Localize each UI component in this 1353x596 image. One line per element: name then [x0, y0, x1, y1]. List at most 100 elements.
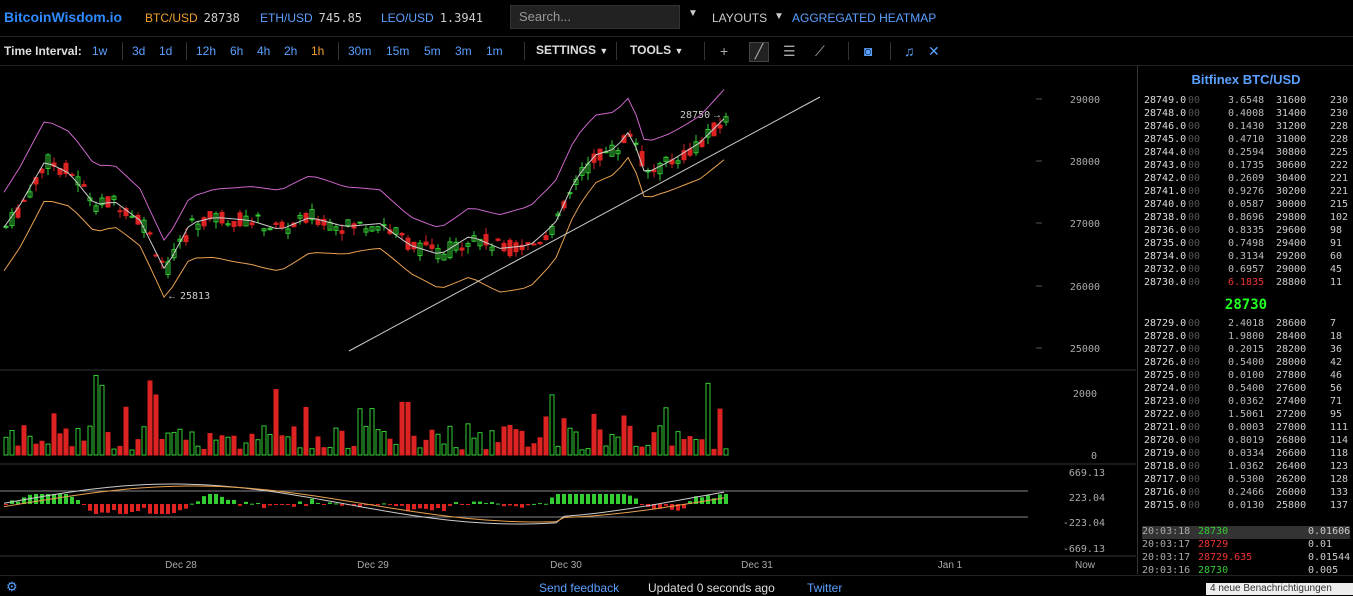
- macd-histogram-bar: [226, 499, 230, 504]
- bid-amount: 0.5400: [1228, 383, 1265, 394]
- interval-1m[interactable]: 1m: [486, 44, 503, 58]
- ask-amount: 6.1835: [1228, 277, 1265, 288]
- trade-amount: 0.005: [1308, 565, 1339, 574]
- trendline-icon[interactable]: ╱: [749, 42, 769, 62]
- notification-toast[interactable]: 4 neue Benachrichtigungen: [1206, 583, 1353, 595]
- interval-12h[interactable]: 12h: [196, 44, 216, 58]
- macd-histogram-bar: [382, 503, 386, 505]
- interval-2h[interactable]: 2h: [284, 44, 297, 58]
- ask-price: 28738.0: [1144, 212, 1187, 223]
- candle-body: [495, 238, 501, 241]
- interval-15m[interactable]: 15m: [386, 44, 409, 58]
- interval-5m[interactable]: 5m: [424, 44, 441, 58]
- layouts-menu[interactable]: LAYOUTS: [712, 11, 767, 25]
- volume-bar: [615, 436, 621, 456]
- macd-histogram-bar: [472, 501, 476, 504]
- interval-3d[interactable]: 3d: [132, 44, 145, 58]
- price-chart[interactable]: 29000 28000 27000 26000 25000 2000 0 669.13 223.…: [0, 66, 1136, 574]
- ticker-leo[interactable]: LEO/USD 1.3941: [381, 11, 483, 25]
- bell-icon[interactable]: ♫: [904, 43, 915, 59]
- volume-bar: [675, 431, 681, 456]
- site-logo[interactable]: BitcoinWisdom.io: [4, 9, 122, 25]
- ask-dec: 00: [1188, 264, 1201, 275]
- chart-canvas[interactable]: 29000 28000 27000 26000 25000 2000 0 669.13 223.…: [0, 66, 1136, 574]
- fullscreen-icon[interactable]: ✕: [928, 43, 940, 60]
- bid-price: 28722.0: [1144, 409, 1187, 420]
- fibonacci-icon[interactable]: ⟋: [815, 43, 825, 60]
- aggregated-heatmap-link[interactable]: AGGREGATED HEATMAP: [792, 11, 936, 25]
- volume-bar: [693, 438, 699, 456]
- bid-dec: 00: [1188, 448, 1201, 459]
- macd-histogram-bar: [112, 504, 116, 511]
- macd-histogram-bar: [130, 504, 134, 512]
- macd-histogram-bar: [496, 503, 500, 505]
- ticker-eth[interactable]: ETH/USD 745.85: [260, 11, 362, 25]
- bid-amount: 1.5061: [1228, 409, 1265, 420]
- interval-1d[interactable]: 1d: [159, 44, 172, 58]
- high-price-annotation: 28750: [680, 110, 710, 121]
- ticker-btc[interactable]: BTC/USD 28738: [145, 11, 240, 25]
- search-input[interactable]: Search...: [510, 5, 680, 29]
- ask-sum: 228: [1330, 134, 1349, 145]
- bid-total: 27400: [1276, 396, 1307, 407]
- volume-bar: [201, 448, 207, 456]
- candle-body: [597, 148, 603, 161]
- bid-price: 28729.0: [1144, 318, 1187, 329]
- volume-bar: [147, 380, 153, 456]
- bid-dec: 00: [1188, 422, 1201, 433]
- ask-price: 28730.0: [1144, 277, 1187, 288]
- tools-menu[interactable]: TOOLS ▼: [630, 43, 683, 57]
- macd-histogram-bar: [76, 500, 80, 504]
- camera-icon[interactable]: ◙: [864, 43, 872, 59]
- horizontal-lines-icon[interactable]: ☰: [783, 43, 796, 60]
- volume-bar: [3, 436, 9, 456]
- ask-price: 28735.0: [1144, 238, 1187, 249]
- volume-bar: [393, 443, 399, 456]
- volume-bar: [507, 424, 513, 456]
- volume-bar: [573, 431, 579, 456]
- macd-axis-label: 669.13: [1069, 468, 1105, 479]
- volume-axis-label: 0: [1091, 451, 1097, 462]
- macd-histogram-bar: [256, 502, 260, 504]
- twitter-link[interactable]: Twitter: [807, 581, 842, 595]
- interval-1w[interactable]: 1w: [92, 44, 107, 58]
- bid-dec: 00: [1188, 357, 1201, 368]
- settings-gear-icon[interactable]: ⚙: [6, 579, 18, 595]
- bid-sum: 118: [1330, 448, 1349, 459]
- volume-bar: [627, 425, 633, 456]
- volume-bar: [99, 384, 105, 456]
- macd-histogram-bar: [106, 504, 110, 513]
- macd-histogram-bar: [196, 501, 200, 504]
- interval-3m[interactable]: 3m: [455, 44, 472, 58]
- crosshair-icon[interactable]: +: [720, 43, 728, 59]
- volume-bar: [75, 427, 81, 456]
- macd-histogram-bar: [82, 504, 86, 505]
- volume-bar: [237, 448, 243, 456]
- macd-histogram-bar: [70, 496, 74, 504]
- macd-histogram-bar: [208, 494, 212, 504]
- ask-price: 28740.0: [1144, 199, 1187, 210]
- bid-sum: 46: [1330, 370, 1343, 381]
- divider: [122, 42, 123, 60]
- trade-time: 20:03:18: [1142, 526, 1191, 537]
- layouts-dropdown-icon[interactable]: ▼: [774, 11, 784, 22]
- macd-histogram-bar: [466, 504, 470, 505]
- interval-30m[interactable]: 30m: [348, 44, 371, 58]
- settings-menu[interactable]: SETTINGS ▼: [536, 43, 608, 57]
- interval-1h[interactable]: 1h: [311, 44, 324, 58]
- ticker-symbol: LEO/USD: [381, 11, 434, 25]
- chart-toolbar: Time Interval: 1w 3d 1d 12h 6h 4h 2h 1h …: [0, 37, 1353, 66]
- interval-4h[interactable]: 4h: [257, 44, 270, 58]
- macd-axis-label: -669.13: [1063, 544, 1105, 555]
- macd-histogram-bar: [604, 494, 608, 504]
- ticker-symbol: ETH/USD: [260, 11, 313, 25]
- macd-histogram-bar: [58, 494, 62, 504]
- macd-histogram-bar: [520, 504, 524, 508]
- send-feedback-link[interactable]: Send feedback: [539, 581, 619, 595]
- ask-amount: 0.3134: [1228, 251, 1265, 262]
- divider: [848, 42, 849, 60]
- search-dropdown-icon[interactable]: ▼: [688, 8, 698, 19]
- interval-6h[interactable]: 6h: [230, 44, 243, 58]
- macd-histogram-bar: [322, 504, 326, 505]
- macd-histogram-bar: [586, 494, 590, 504]
